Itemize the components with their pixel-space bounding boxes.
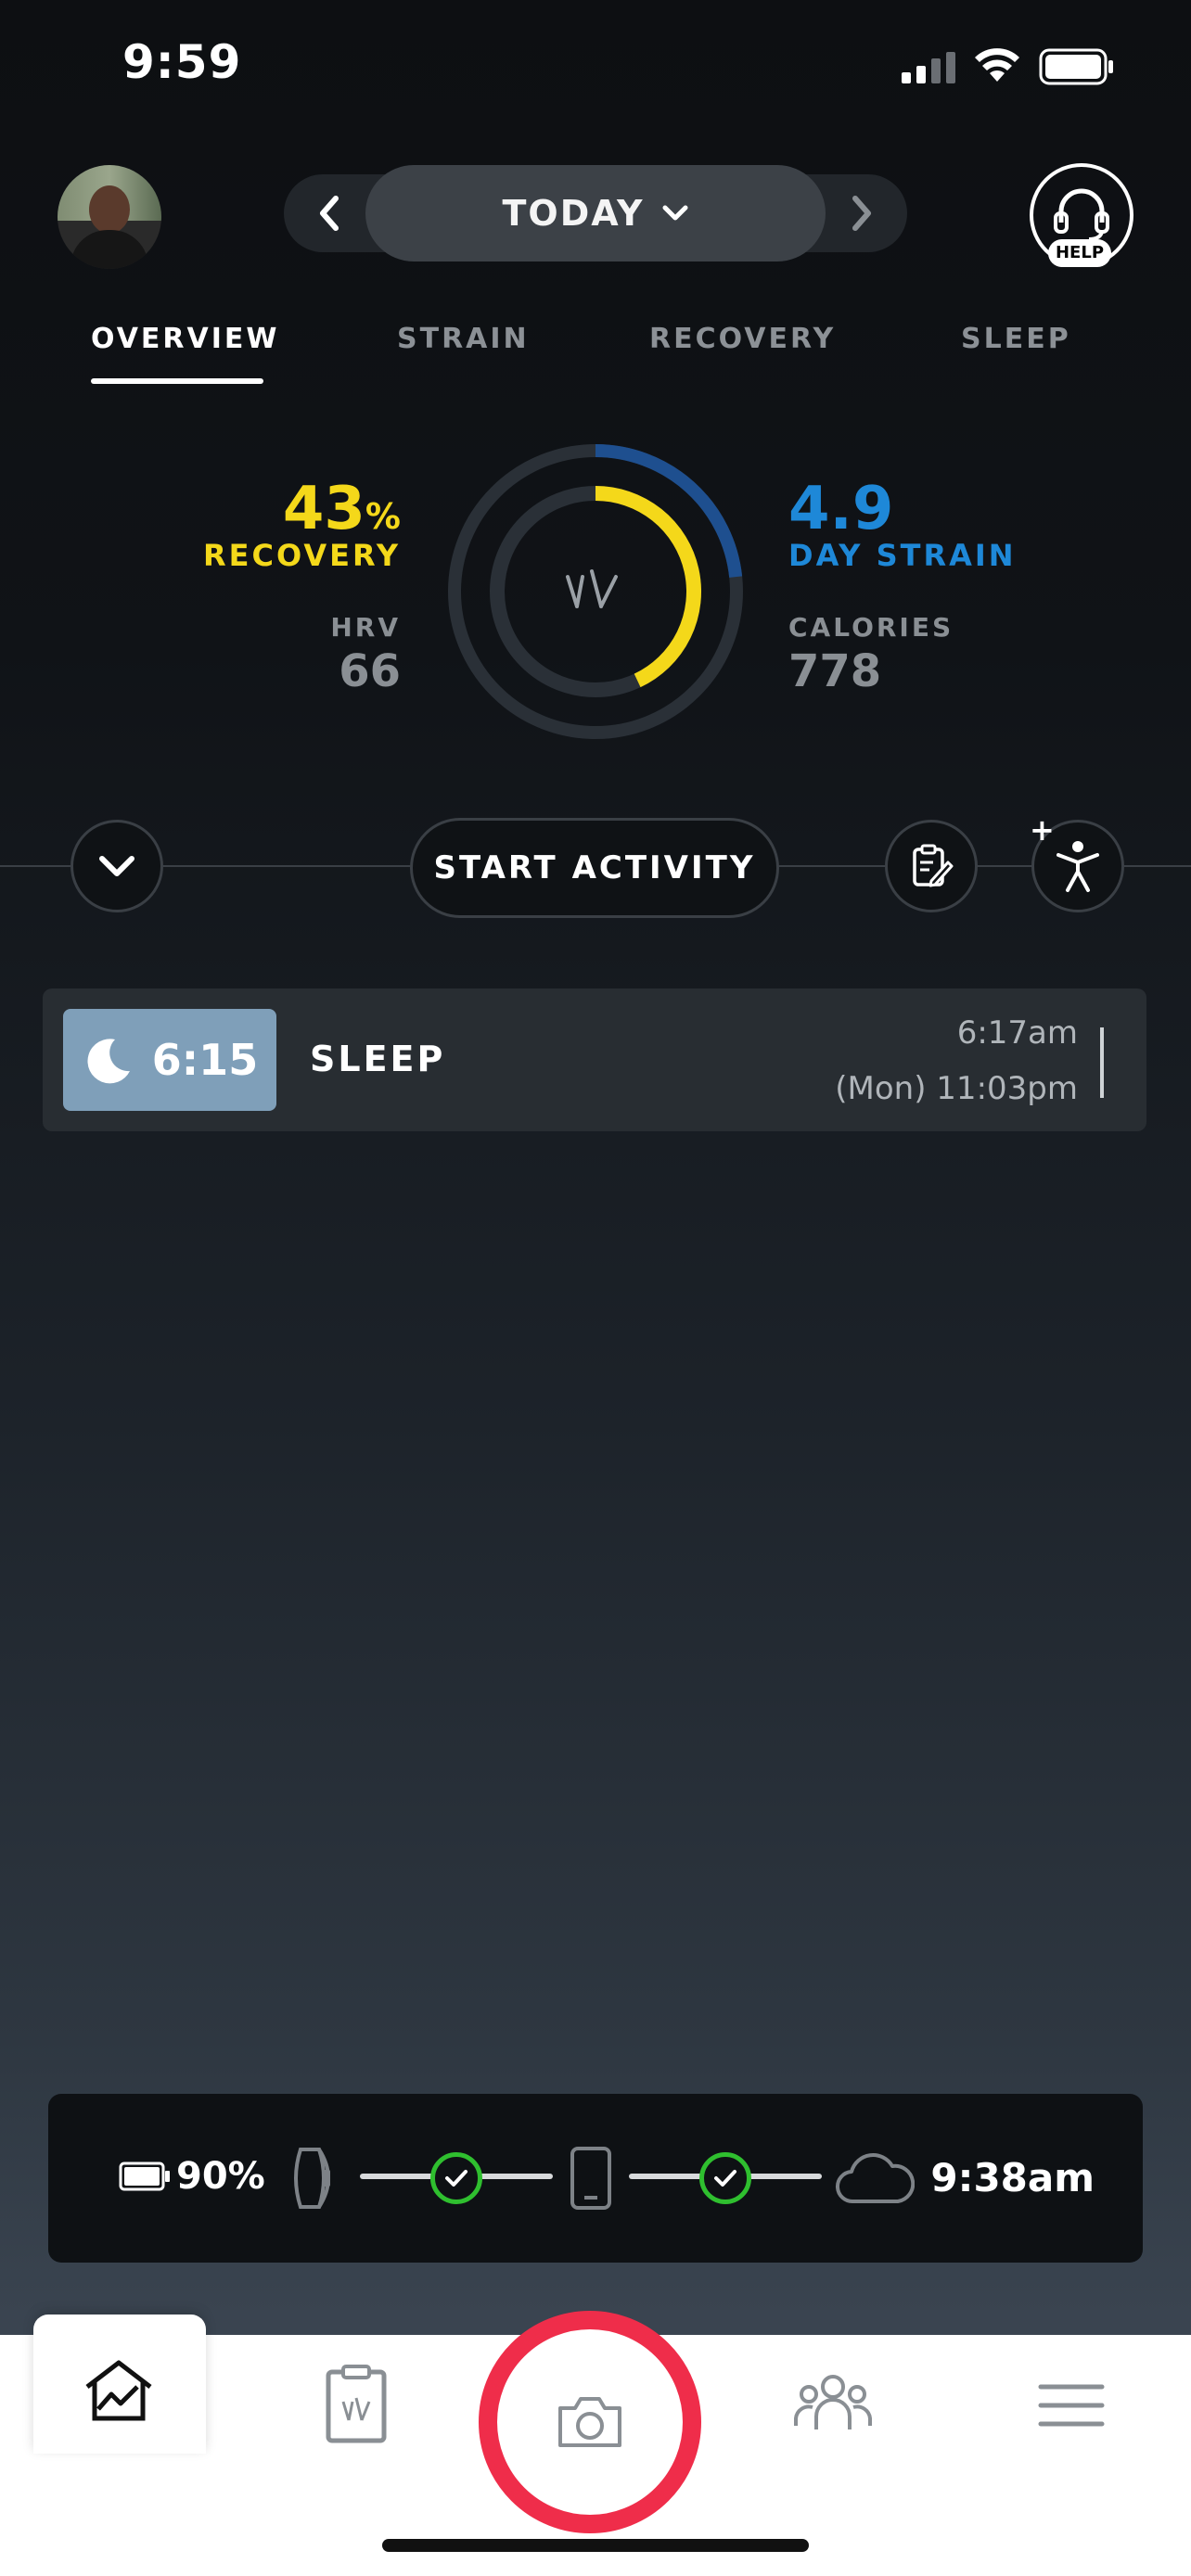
phone-battery-icon [1039, 48, 1113, 85]
previous-day-button[interactable] [306, 185, 352, 241]
clipboard-icon [326, 2365, 387, 2443]
wifi-icon [975, 48, 1019, 82]
tab-strain[interactable]: STRAIN [397, 323, 530, 355]
strap-battery-percent: 90% [176, 2155, 265, 2198]
nav-community[interactable] [792, 2370, 874, 2435]
chevron-right-icon [852, 196, 871, 231]
phone-synced-check [699, 2152, 751, 2204]
day-strain-label: DAY STRAIN [788, 538, 1017, 573]
active-tab-indicator [91, 378, 263, 384]
nav-journal[interactable] [321, 2363, 391, 2444]
nav-menu[interactable] [1037, 2381, 1106, 2429]
journal-button[interactable] [885, 820, 978, 912]
tab-overview[interactable]: OVERVIEW [91, 323, 279, 355]
nav-camera-button[interactable] [479, 2311, 701, 2533]
next-day-button[interactable] [839, 185, 885, 241]
recovery-label: RECOVERY [202, 538, 401, 573]
sleep-start-time: (Mon) 11:03pm [835, 1070, 1078, 1107]
cellular-signal-icon [902, 52, 955, 83]
help-label: HELP [1048, 239, 1111, 267]
calories-value: 778 [788, 645, 882, 697]
home-indicator [382, 2539, 809, 2552]
cloud-icon [836, 2153, 915, 2204]
moon-icon [87, 1039, 130, 1084]
strain-recovery-dial[interactable] [443, 440, 748, 744]
chevron-down-icon [99, 856, 134, 876]
tab-sleep[interactable]: SLEEP [961, 323, 1071, 355]
nav-home[interactable] [33, 2315, 206, 2454]
person-icon [1057, 841, 1099, 892]
chevron-left-icon [320, 196, 339, 231]
sleep-timeline-bar [1100, 1027, 1104, 1098]
date-selector[interactable]: TODAY [365, 165, 826, 261]
chevron-down-icon [662, 205, 688, 221]
phone-icon [570, 2147, 611, 2210]
day-strain-value: 4.9 [788, 475, 894, 543]
last-sync-time: 9:38am [930, 2155, 1095, 2200]
sleep-end-time: 6:17am [956, 1014, 1078, 1052]
checkmark-icon [714, 2170, 736, 2187]
start-activity-button[interactable]: START ACTIVITY [410, 818, 779, 918]
journal-edit-icon [913, 844, 954, 887]
strap-icon [294, 2148, 330, 2209]
camera-icon [558, 2397, 621, 2447]
hrv-label: HRV [330, 612, 401, 643]
sleep-duration: 6:15 [151, 1035, 259, 1085]
strap-synced-check [430, 2152, 482, 2204]
hrv-value: 66 [339, 645, 401, 697]
checkmark-icon [445, 2170, 467, 2187]
expand-button[interactable] [70, 820, 163, 912]
plus-icon: + [1030, 812, 1055, 848]
recovery-value: 43% [282, 475, 401, 543]
strap-battery-icon [119, 2162, 170, 2191]
sleep-label: SLEEP [310, 1039, 446, 1079]
home-chart-icon [85, 2360, 152, 2421]
status-time: 9:59 [122, 35, 242, 89]
whoop-logo-icon [566, 569, 618, 608]
hamburger-icon [1038, 2384, 1105, 2427]
tab-recovery[interactable]: RECOVERY [649, 323, 836, 355]
profile-avatar[interactable] [58, 165, 161, 269]
people-icon [794, 2375, 872, 2429]
sleep-duration-badge: 6:15 [63, 1009, 276, 1111]
calories-label: CALORIES [788, 612, 954, 643]
date-label: TODAY [502, 193, 645, 234]
